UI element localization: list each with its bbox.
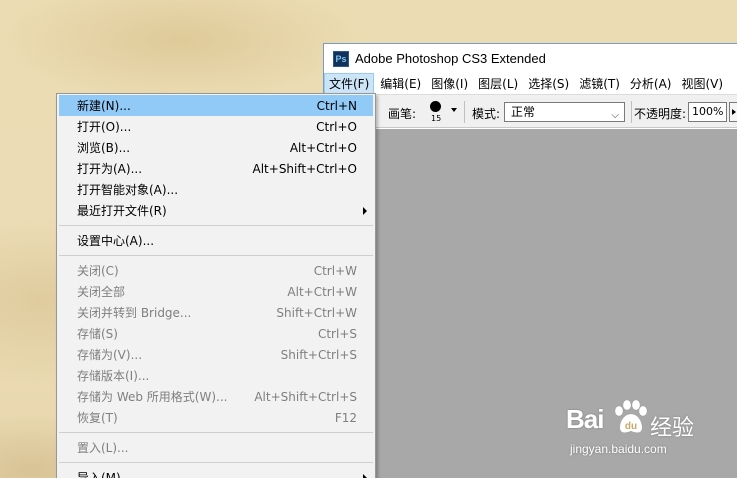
menu-divider [59, 462, 373, 463]
watermark-url: jingyan.baidu.com [570, 442, 667, 456]
menu-item-label: 关闭并转到 Bridge... [77, 306, 192, 320]
photoshop-logo-icon: Ps [333, 50, 349, 67]
menu-item-place[interactable]: 置入(L)... [57, 437, 375, 458]
opacity-label: 不透明度: [634, 107, 687, 121]
menu-item-label: 打开(O)... [77, 120, 132, 134]
menu-item-shortcut: Alt+Ctrl+O [289, 140, 357, 155]
watermark-name: 经验 [650, 416, 695, 441]
options-divider [464, 101, 465, 123]
menu-item-import[interactable]: 导入(M) [57, 467, 375, 478]
title-bar[interactable]: Ps Adobe Photoshop CS3 Extended [324, 44, 737, 73]
mode-value: 正常 [511, 105, 536, 119]
menu-item-label: 导入(M) [77, 471, 121, 478]
menu-divider [59, 225, 373, 226]
menu-item-label: 设置中心(A)... [77, 234, 155, 248]
menu-item-shortcut: Ctrl+W [313, 263, 357, 278]
menu-analysis[interactable]: 分析(A) [626, 73, 676, 94]
menu-item-open-smart-object[interactable]: 打开智能对象(A)... [57, 179, 375, 200]
menu-item-open[interactable]: 打开(O)... Ctrl+O [57, 116, 375, 137]
mode-label: 模式: [472, 107, 501, 121]
watermark-brand: Bai [566, 404, 604, 434]
menu-divider [59, 432, 373, 433]
menu-item-label: 最近打开文件(R) [77, 204, 167, 218]
options-bar: 画笔: 15 模式: 正常 ⌵ 不透明度: 100% [324, 94, 737, 128]
menu-item-revert[interactable]: 恢复(T) F12 [57, 407, 375, 428]
menu-item-label: 关闭全部 [77, 285, 126, 299]
menu-item-close-all[interactable]: 关闭全部 Alt+Ctrl+W [57, 281, 375, 302]
menu-item-device-central[interactable]: 设置中心(A)... [57, 230, 375, 251]
menu-item-label: 存储为 Web 所用格式(W)... [77, 390, 228, 404]
menu-item-label: 浏览(B)... [77, 141, 131, 155]
file-menu-dropdown: 新建(N)... Ctrl+N 打开(O)... Ctrl+O 浏览(B)...… [56, 93, 376, 478]
options-divider [631, 101, 632, 123]
menu-item-shortcut: Ctrl+O [316, 119, 357, 134]
menu-item-close-and-go-to-bridge[interactable]: 关闭并转到 Bridge... Shift+Ctrl+W [57, 302, 375, 323]
menu-file[interactable]: 文件(F) [324, 73, 375, 94]
brush-size: 15 [431, 114, 442, 123]
menu-item-label: 打开智能对象(A)... [77, 183, 179, 197]
baidu-jingyan-watermark: Bai du 经验 jingyan.baidu.com [566, 398, 726, 468]
menu-item-save-version[interactable]: 存储版本(I)... [57, 365, 375, 386]
menu-item-shortcut: Alt+Shift+Ctrl+S [254, 389, 357, 404]
menu-item-label: 存储版本(I)... [77, 369, 150, 383]
menu-select[interactable]: 选择(S) [524, 73, 573, 94]
menu-item-recent-files[interactable]: 最近打开文件(R) [57, 200, 375, 221]
menu-view[interactable]: 视图(V) [677, 73, 727, 94]
submenu-arrow-icon [363, 207, 367, 215]
menu-item-new[interactable]: 新建(N)... Ctrl+N [59, 95, 373, 116]
menu-item-label: 关闭(C) [77, 264, 119, 278]
menu-filter[interactable]: 滤镜(T) [575, 73, 624, 94]
menu-item-label: 新建(N)... [77, 99, 131, 113]
brush-label: 画笔: [388, 107, 417, 121]
baidu-paw-icon: du [614, 399, 648, 433]
menu-item-shortcut: Shift+Ctrl+S [280, 347, 357, 362]
watermark-brand-suffix: du [625, 421, 637, 432]
chevron-down-icon: ⌵ [611, 110, 619, 121]
menu-item-open-as[interactable]: 打开为(A)... Alt+Shift+Ctrl+O [57, 158, 375, 179]
menu-item-shortcut: F12 [334, 410, 357, 425]
menu-item-save-for-web[interactable]: 存储为 Web 所用格式(W)... Alt+Shift+Ctrl+S [57, 386, 375, 407]
window-title: Adobe Photoshop CS3 Extended [355, 51, 546, 66]
menu-item-shortcut: Alt+Ctrl+W [287, 284, 357, 299]
opacity-input[interactable]: 100% [688, 102, 727, 122]
menu-item-label: 恢复(T) [77, 411, 118, 425]
menu-item-label: 存储(S) [77, 327, 118, 341]
mode-select[interactable]: 正常 ⌵ [504, 102, 625, 122]
brush-picker-arrow-icon[interactable] [451, 108, 457, 112]
menu-layer[interactable]: 图层(L) [474, 73, 522, 94]
menu-item-shortcut: Shift+Ctrl+W [276, 305, 357, 320]
opacity-slider-button[interactable] [729, 102, 737, 122]
menu-item-browse[interactable]: 浏览(B)... Alt+Ctrl+O [57, 137, 375, 158]
menu-item-label: 存储为(V)... [77, 348, 143, 362]
submenu-arrow-icon [363, 474, 367, 478]
menu-item-shortcut: Alt+Shift+Ctrl+O [252, 161, 357, 176]
menu-item-save-as[interactable]: 存储为(V)... Shift+Ctrl+S [57, 344, 375, 365]
menu-image[interactable]: 图像(I) [427, 73, 472, 94]
menu-item-shortcut: Ctrl+N [316, 98, 357, 113]
menu-bar: 文件(F) 编辑(E) 图像(I) 图层(L) 选择(S) 滤镜(T) 分析(A… [324, 73, 737, 94]
menu-edit[interactable]: 编辑(E) [376, 73, 425, 94]
menu-item-label: 置入(L)... [77, 441, 129, 455]
menu-divider [59, 255, 373, 256]
brush-preview-icon[interactable] [430, 101, 441, 112]
menu-item-label: 打开为(A)... [77, 162, 143, 176]
menu-item-save[interactable]: 存储(S) Ctrl+S [57, 323, 375, 344]
menu-item-shortcut: Ctrl+S [317, 326, 357, 341]
menu-item-close[interactable]: 关闭(C) Ctrl+W [57, 260, 375, 281]
